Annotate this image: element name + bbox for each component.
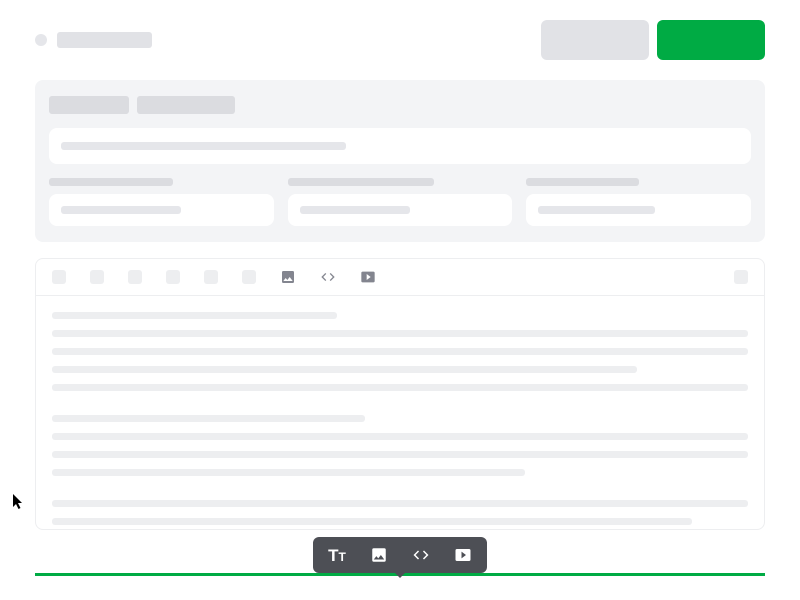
field-1-label [49,178,173,186]
text-line [52,451,748,458]
toolbar-more[interactable] [734,270,748,284]
paragraph-1 [52,312,748,391]
metadata-panel [35,80,765,242]
insert-code-button[interactable] [411,545,431,565]
field-2-label [288,178,434,186]
field-1-input[interactable] [49,194,274,226]
text-line [52,384,748,391]
text-line [52,433,748,440]
code-icon [412,546,430,564]
insert-text-button[interactable]: TT [327,545,347,565]
toolbar-btn-5[interactable] [204,270,218,284]
toolbar-btn-4[interactable] [166,270,180,284]
text-line [52,415,365,422]
text-icon: TT [328,547,346,564]
header-actions [541,20,765,60]
text-line [52,312,337,319]
insert-image-button[interactable] [369,545,389,565]
text-line [52,500,748,507]
title-input-value [61,142,346,150]
text-line [52,518,692,525]
insert-video-button[interactable] [453,545,473,565]
secondary-button[interactable] [541,20,649,60]
fields-row [49,178,751,226]
tab-1[interactable] [49,96,129,114]
video-icon [454,546,472,564]
editor-toolbar [36,259,764,296]
text-line [52,348,748,355]
editor-body[interactable] [36,296,764,529]
field-3 [526,178,751,226]
video-icon[interactable] [360,269,376,285]
toolbar-btn-1[interactable] [52,270,66,284]
image-icon [370,546,388,564]
toolbar-btn-2[interactable] [90,270,104,284]
floating-toolbar: TT [313,537,487,573]
avatar [35,34,47,46]
page-title [57,32,152,48]
paragraph-2 [52,415,748,476]
toolbar-btn-3[interactable] [128,270,142,284]
field-3-label [526,178,638,186]
image-icon[interactable] [280,269,296,285]
title-input[interactable] [49,128,751,164]
text-line [52,366,637,373]
field-3-input[interactable] [526,194,751,226]
header-left [35,32,152,48]
primary-button[interactable] [657,20,765,60]
tab-2[interactable] [137,96,235,114]
field-3-value [538,206,654,214]
editor-panel [35,258,765,530]
text-line [52,469,525,476]
field-1 [49,178,274,226]
toolbar-btn-6[interactable] [242,270,256,284]
toolbar-left [52,269,376,285]
text-line [52,330,748,337]
field-2-value [300,206,410,214]
field-2 [288,178,513,226]
field-1-value [61,206,181,214]
header [35,20,765,60]
field-2-input[interactable] [288,194,513,226]
paragraph-3 [52,500,748,525]
code-icon[interactable] [320,269,336,285]
tabs [49,96,751,114]
